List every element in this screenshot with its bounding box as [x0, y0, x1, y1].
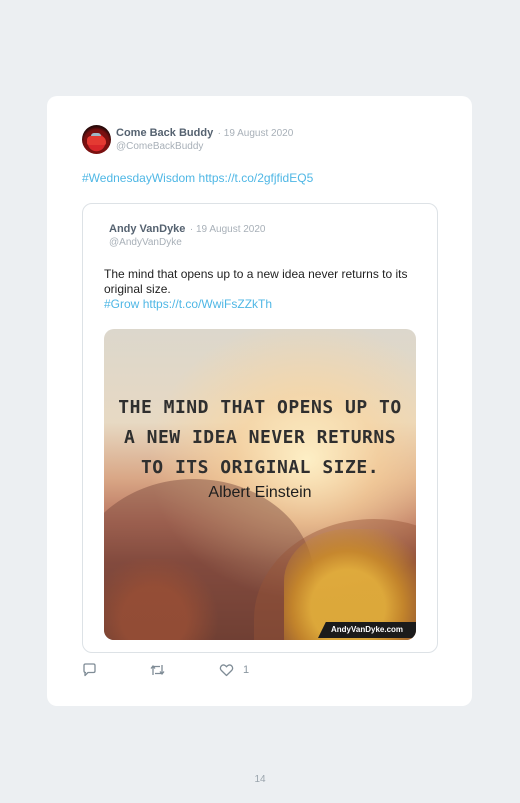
quoted-author-name[interactable]: Andy VanDyke	[109, 223, 185, 235]
quoted-hashtag-link[interactable]: #Grow	[104, 297, 139, 311]
like-count: 1	[243, 664, 250, 676]
like-button[interactable]: 1	[219, 662, 249, 678]
quoted-text: The mind that opens up to a new idea nev…	[104, 267, 408, 296]
image-attribution: Albert Einstein	[208, 484, 312, 501]
retweet-icon	[149, 663, 166, 677]
hashtag-link[interactable]: #WednesdayWisdom	[82, 171, 195, 185]
tweet-author: Come Back Buddy · 19 August 2020 @ComeBa…	[116, 125, 293, 153]
retweet-button[interactable]	[149, 662, 166, 678]
avatar[interactable]	[82, 125, 111, 154]
quoted-author-handle[interactable]: @AndyVanDyke	[109, 236, 266, 249]
heart-icon	[219, 663, 234, 677]
reply-icon	[82, 663, 97, 677]
quote-image[interactable]: THE MIND THAT OPENS UP TO A NEW IDEA NEV…	[104, 329, 416, 640]
avatar-car	[87, 136, 106, 145]
reply-button[interactable]	[82, 662, 97, 678]
image-quote-line: TO ITS ORIGINAL SIZE.	[140, 457, 380, 478]
author-name[interactable]: Come Back Buddy	[116, 127, 213, 139]
tweet-url-link[interactable]: https://t.co/2gfjfidEQ5	[199, 171, 314, 185]
author-handle[interactable]: @ComeBackBuddy	[116, 140, 293, 153]
image-quote-line: THE MIND THAT OPENS UP TO	[118, 397, 402, 418]
quoted-date[interactable]: · 19 August 2020	[190, 224, 266, 235]
image-watermark: AndyVanDyke.com	[318, 622, 416, 638]
page-number: 14	[254, 774, 266, 785]
image-quote-line: A NEW IDEA NEVER RETURNS	[123, 427, 397, 448]
quoted-text-block: The mind that opens up to a new idea nev…	[104, 267, 424, 312]
image-quote-text: THE MIND THAT OPENS UP TO A NEW IDEA NEV…	[104, 393, 416, 483]
tweet-actions: 1	[82, 662, 322, 678]
tweet-card: Come Back Buddy · 19 August 2020 @ComeBa…	[47, 96, 472, 706]
image-trees	[104, 559, 224, 640]
tweet-text: #WednesdayWisdom https://t.co/2gfjfidEQ5	[82, 171, 313, 185]
tweet-date[interactable]: · 19 August 2020	[218, 128, 294, 139]
quoted-tweet[interactable]: Andy VanDyke · 19 August 2020 @AndyVanDy…	[82, 203, 438, 653]
quoted-url-link[interactable]: https://t.co/WwiFsZZkTh	[143, 297, 272, 311]
quoted-author: Andy VanDyke · 19 August 2020 @AndyVanDy…	[109, 221, 266, 249]
